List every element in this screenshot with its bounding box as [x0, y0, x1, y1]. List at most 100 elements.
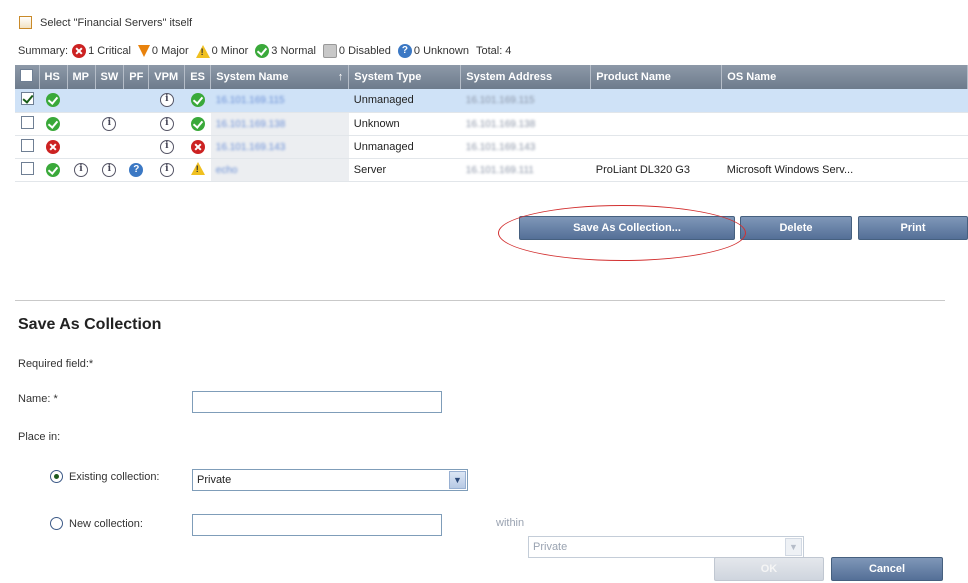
system-address-cell: 16.101.169.111 [460, 158, 591, 182]
row-select-cell[interactable] [15, 158, 39, 182]
row-checkbox[interactable] [20, 161, 34, 175]
place-in-label: Place in: [18, 431, 61, 443]
table-row[interactable]: i 16.101.169.115 Unmanaged 16.101.169.115 [15, 89, 968, 113]
col-system-type[interactable]: System Type [348, 65, 462, 89]
es-cell[interactable] [184, 135, 211, 159]
os-name-cell [721, 112, 968, 136]
sw-info-icon[interactable]: i [102, 116, 117, 131]
required-note: Required field:* [18, 358, 94, 370]
col-mp[interactable]: MP [67, 65, 96, 89]
chevron-down-icon[interactable]: ▼ [785, 538, 802, 556]
sw-cell[interactable]: i [95, 158, 124, 182]
select-all-checkbox[interactable] [20, 69, 33, 82]
hs-cell[interactable] [39, 158, 67, 182]
sort-ascending-icon: ↑ [337, 71, 344, 83]
save-as-collection-button[interactable]: Save As Collection... [519, 216, 735, 240]
existing-collection-option[interactable]: Existing collection: [50, 470, 160, 483]
system-name-cell[interactable]: echo [210, 158, 349, 182]
system-address-cell: 16.101.169.143 [460, 135, 591, 159]
system-name-link[interactable]: 16.101.169.138 [216, 119, 286, 130]
pf-cell[interactable] [123, 112, 149, 136]
mp-cell[interactable] [67, 112, 95, 136]
delete-button[interactable]: Delete [740, 216, 852, 240]
hs-normal-icon [46, 162, 60, 177]
major-icon [137, 45, 150, 57]
system-name-cell[interactable]: 16.101.169.138 [210, 112, 349, 136]
system-name-link[interactable]: 16.101.169.115 [216, 95, 285, 106]
row-select-cell[interactable] [15, 135, 39, 159]
select-itself-checkbox[interactable] [19, 16, 32, 29]
summary-total: Total: 4 [475, 45, 512, 57]
system-name-cell[interactable]: 16.101.169.115 [210, 89, 349, 113]
mp-cell[interactable] [67, 135, 95, 159]
cancel-button[interactable]: Cancel [831, 557, 943, 581]
system-name-link[interactable]: 16.101.169.143 [216, 142, 286, 153]
table-row[interactable]: i 16.101.169.143 Unmanaged 16.101.169.143 [15, 135, 968, 159]
mp-cell[interactable] [67, 89, 95, 113]
pf-cell[interactable] [123, 135, 149, 159]
sw-info-icon[interactable]: i [102, 162, 117, 177]
vpm-cell[interactable]: i [148, 89, 185, 113]
existing-collection-value: Private [197, 474, 232, 486]
system-address-value: 16.101.169.115 [465, 95, 535, 107]
hs-cell[interactable] [39, 89, 67, 113]
print-button[interactable]: Print [858, 216, 968, 240]
disabled-icon [322, 44, 337, 58]
mp-info-icon[interactable]: i [74, 162, 88, 177]
col-hs[interactable]: HS [39, 65, 68, 89]
select-all-header[interactable] [15, 65, 40, 89]
sw-cell[interactable] [95, 135, 124, 159]
hs-normal-icon [46, 116, 60, 131]
table-row[interactable]: i i 16.101.169.138 Unknown 16.101.169.138 [15, 112, 968, 136]
vpm-cell[interactable]: i [148, 158, 185, 182]
vpm-info-icon[interactable]: i [159, 93, 174, 108]
name-input[interactable] [192, 391, 442, 413]
vpm-cell[interactable]: i [148, 112, 185, 136]
system-address-value: 16.101.169.143 [465, 141, 536, 153]
existing-collection-radio[interactable] [50, 470, 63, 483]
os-name-cell [721, 89, 968, 113]
es-cell[interactable] [184, 158, 211, 182]
hs-cell[interactable] [39, 135, 67, 159]
mp-cell[interactable]: i [67, 158, 95, 182]
vpm-cell[interactable]: i [148, 135, 185, 159]
row-checkbox[interactable] [20, 138, 34, 152]
minor-warning-icon [195, 44, 210, 58]
system-name-link[interactable]: echo [216, 165, 238, 176]
within-collection-select[interactable]: Private ▼ [528, 536, 804, 558]
existing-collection-select[interactable]: Private ▼ [192, 469, 468, 491]
table-row[interactable]: ii?iechoServer16.101.169.111ProLiant DL3… [15, 158, 968, 182]
col-system-name[interactable]: System Name ↑ [210, 65, 350, 89]
pf-cell[interactable]: ? [123, 158, 149, 182]
col-system-address[interactable]: System Address [460, 65, 592, 89]
row-checkbox[interactable] [20, 115, 34, 129]
new-collection-radio[interactable] [50, 517, 63, 530]
vpm-info-icon[interactable]: i [159, 139, 174, 154]
hs-cell[interactable] [39, 112, 67, 136]
pf-cell[interactable] [123, 89, 149, 113]
col-os-name[interactable]: OS Name [721, 65, 968, 89]
row-checkbox[interactable] [20, 92, 34, 106]
chevron-down-icon[interactable]: ▼ [449, 471, 466, 489]
sw-cell[interactable]: i [95, 112, 124, 136]
unknown-icon: ? [397, 44, 412, 58]
col-product-name[interactable]: Product Name [590, 65, 723, 89]
col-pf[interactable]: PF [123, 65, 150, 89]
es-cell[interactable] [184, 112, 211, 136]
select-itself-option[interactable]: Select "Financial Servers" itself [19, 16, 192, 29]
row-select-cell[interactable] [15, 89, 39, 113]
new-collection-input[interactable] [192, 514, 442, 536]
col-vpm[interactable]: VPM [148, 65, 186, 89]
vpm-info-icon[interactable]: i [159, 162, 174, 177]
within-label: within [496, 517, 525, 529]
col-sw[interactable]: SW [95, 65, 125, 89]
row-select-cell[interactable] [15, 112, 39, 136]
es-cell[interactable] [184, 89, 211, 113]
ok-button[interactable]: OK [714, 557, 824, 581]
system-name-cell[interactable]: 16.101.169.143 [210, 135, 349, 159]
pf-unknown-icon[interactable]: ? [129, 162, 144, 177]
new-collection-option[interactable]: New collection: [50, 517, 143, 530]
vpm-info-icon[interactable]: i [159, 116, 174, 131]
sw-cell[interactable] [95, 89, 124, 113]
col-es[interactable]: ES [184, 65, 212, 89]
